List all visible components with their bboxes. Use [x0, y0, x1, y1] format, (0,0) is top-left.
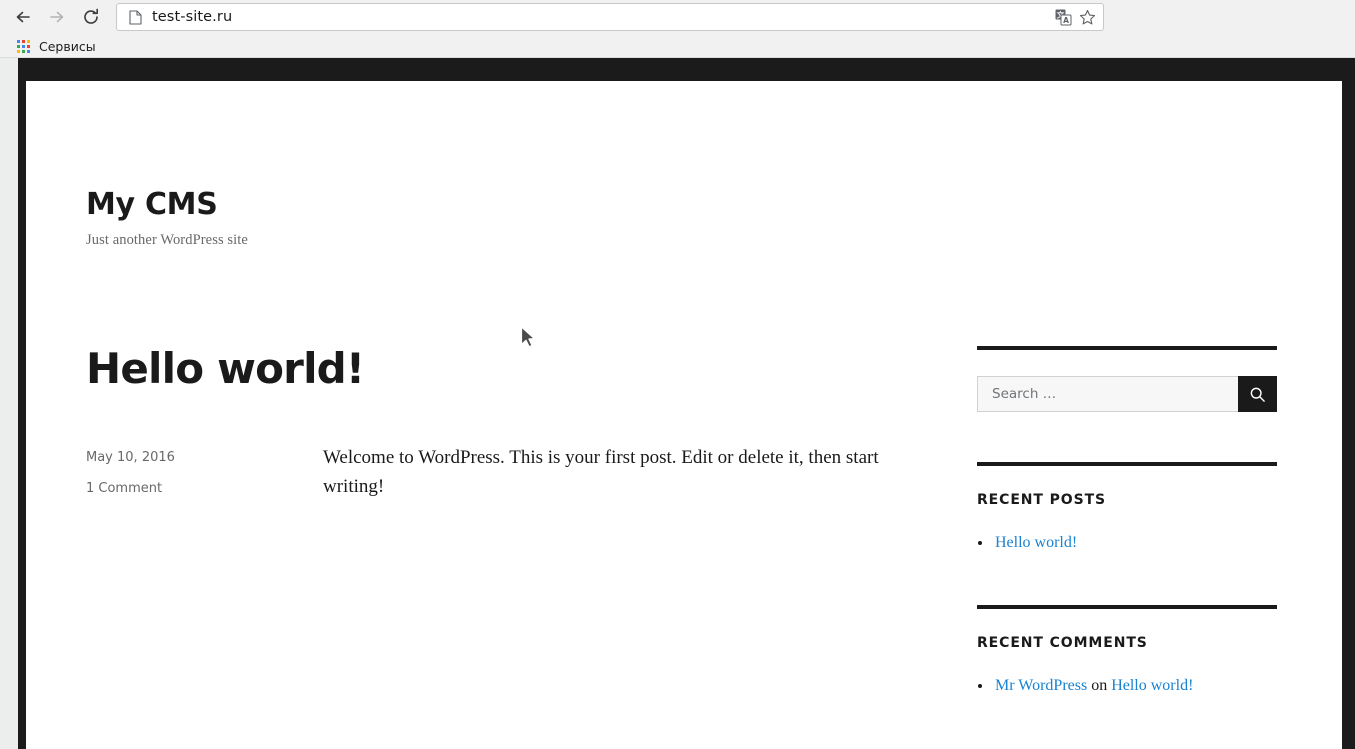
bookmarks-bar: Сервисы: [0, 34, 1355, 58]
reload-button[interactable]: [76, 2, 106, 32]
arrow-right-icon: [50, 11, 64, 23]
main-content: Hello world! May 10, 2016 1 Comment Welc…: [86, 345, 926, 502]
recent-comments-list: Mr WordPress on Hello world!: [977, 674, 1277, 698]
search-icon: [1250, 387, 1265, 402]
comment-on-label: on: [1091, 677, 1108, 694]
site-title[interactable]: My CMS: [86, 188, 248, 221]
comment-author-link[interactable]: Mr WordPress: [995, 677, 1087, 694]
browser-toolbar: test-site.ru 文 A: [0, 0, 1355, 34]
post-date[interactable]: May 10, 2016: [86, 450, 323, 466]
list-item: Hello world!: [977, 531, 1277, 555]
browser-chrome: test-site.ru 文 A Сервисы: [0, 0, 1355, 58]
page-document-icon[interactable]: [127, 9, 143, 25]
forward-button[interactable]: [42, 2, 72, 32]
recent-post-link[interactable]: Hello world!: [995, 534, 1077, 551]
sidebar: Recent Posts Hello world! Recent Comment…: [977, 346, 1277, 748]
widget-recent-posts: Recent Posts Hello world!: [977, 462, 1277, 555]
star-icon[interactable]: [1075, 5, 1099, 29]
left-gutter: [0, 58, 18, 749]
search-submit-button[interactable]: [1238, 376, 1277, 412]
apps-grid-icon: [17, 39, 30, 53]
search-form: [977, 376, 1277, 412]
post-title[interactable]: Hello world!: [86, 345, 926, 392]
reload-icon: [84, 8, 98, 24]
site-tagline: Just another WordPress site: [86, 232, 248, 248]
site-content-area: My CMS Just another WordPress site Hello…: [26, 81, 1342, 749]
search-input[interactable]: [977, 376, 1238, 412]
address-bar[interactable]: test-site.ru 文 A: [116, 3, 1104, 31]
svg-text:A: A: [1063, 16, 1069, 25]
post-comment-count[interactable]: 1 Comment: [86, 481, 323, 497]
recent-posts-list: Hello world!: [977, 531, 1277, 555]
url-text[interactable]: test-site.ru: [152, 9, 1051, 25]
widget-search: [977, 346, 1277, 412]
widget-recent-comments: Recent Comments Mr WordPress on Hello wo…: [977, 605, 1277, 698]
bookmark-item-label: Сервисы: [39, 38, 96, 54]
site-branding: My CMS Just another WordPress site: [86, 188, 248, 249]
back-button[interactable]: [8, 2, 38, 32]
list-item: Mr WordPress on Hello world!: [977, 674, 1277, 698]
post-meta: May 10, 2016 1 Comment: [86, 444, 323, 502]
page-viewport: My CMS Just another WordPress site Hello…: [0, 58, 1355, 749]
post-paragraph: Welcome to WordPress. This is your first…: [323, 447, 879, 498]
site-frame-border: My CMS Just another WordPress site Hello…: [18, 58, 1355, 749]
translate-icon[interactable]: 文 A: [1051, 5, 1075, 29]
widget-divider: [977, 605, 1277, 609]
widget-divider: [977, 346, 1277, 350]
arrow-left-icon: [16, 11, 30, 23]
widget-title-recent-comments: Recent Comments: [977, 635, 1148, 651]
post-content: Welcome to WordPress. This is your first…: [323, 444, 926, 502]
bookmark-item-services[interactable]: Сервисы: [13, 36, 100, 56]
widget-title-recent-posts: Recent Posts: [977, 492, 1107, 508]
post-body: May 10, 2016 1 Comment Welcome to WordPr…: [86, 444, 926, 502]
comment-post-link[interactable]: Hello world!: [1111, 677, 1193, 694]
widget-divider: [977, 462, 1277, 466]
